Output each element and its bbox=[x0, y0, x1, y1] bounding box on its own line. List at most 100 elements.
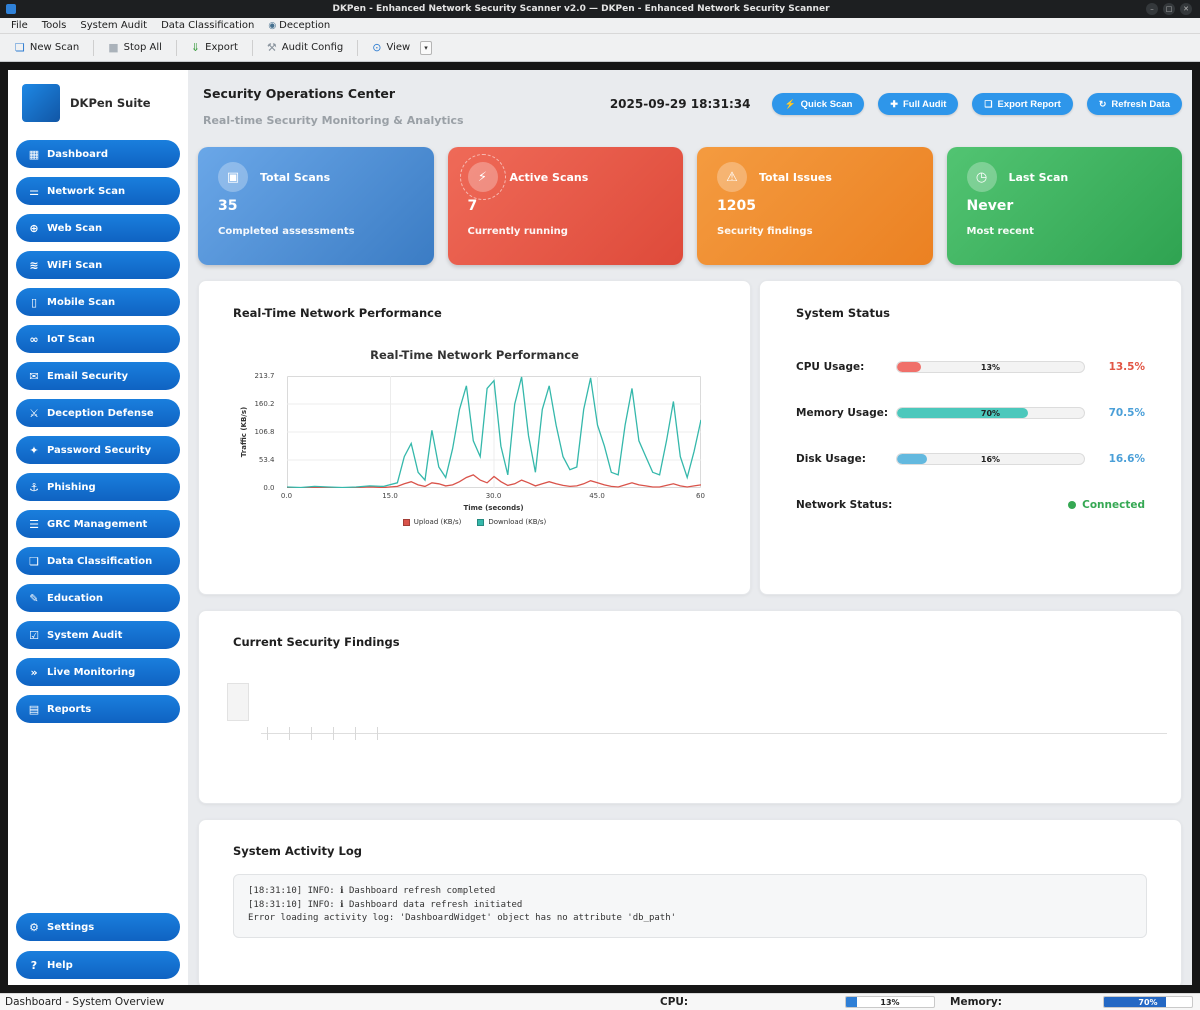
stat-title: Active Scans bbox=[510, 171, 589, 184]
web-scan-icon: ⊕ bbox=[28, 222, 40, 235]
page-title: Security Operations Center bbox=[203, 86, 464, 101]
sidebar-item-phishing[interactable]: ⚓Phishing bbox=[16, 473, 180, 501]
sidebar-item-reports[interactable]: ▤Reports bbox=[16, 695, 180, 723]
findings-title: Current Security Findings bbox=[233, 635, 1147, 649]
audit-config-icon: ⚒ bbox=[267, 41, 277, 54]
stat-card-active-scans: ⚡Active Scans7Currently running bbox=[448, 147, 684, 265]
refresh-data-icon: ↻ bbox=[1099, 99, 1107, 110]
sidebar-item-web-scan[interactable]: ⊕Web Scan bbox=[16, 214, 180, 242]
refresh-data-button[interactable]: ↻ Refresh Data bbox=[1087, 93, 1182, 115]
sidebar-item-dashboard[interactable]: ▦Dashboard bbox=[16, 140, 180, 168]
progress-text: 16% bbox=[897, 454, 1084, 464]
status-label: Disk Usage: bbox=[796, 453, 894, 465]
menu-system-audit[interactable]: System Audit bbox=[73, 18, 154, 33]
activity-log-box[interactable]: [18:31:10] INFO: ℹ Dashboard refresh com… bbox=[233, 874, 1147, 938]
quick-scan-button[interactable]: ⚡Quick Scan bbox=[772, 93, 864, 115]
deception-defense-icon: ⚔ bbox=[28, 407, 40, 420]
network-status-value: Connected bbox=[1068, 499, 1145, 511]
menu-tools[interactable]: Tools bbox=[35, 18, 74, 33]
status-label: Memory Usage: bbox=[796, 407, 894, 419]
toolbar-separator bbox=[357, 40, 358, 56]
timestamp: 2025-09-29 18:31:34 bbox=[610, 97, 751, 111]
stat-card-total-scans: ▣Total Scans35Completed assessments bbox=[198, 147, 434, 265]
sidebar-item-live-monitoring[interactable]: »Live Monitoring bbox=[16, 658, 180, 686]
security-findings-card: Current Security Findings bbox=[198, 610, 1182, 804]
view-button[interactable]: ⊙View bbox=[363, 38, 419, 57]
export-button[interactable]: ⇓Export bbox=[182, 38, 247, 57]
main-panel: Security Operations Center Real-time Sec… bbox=[188, 70, 1192, 985]
content-area: DKPen Suite ▦Dashboard ⚌ Network Scan ⊕Web … bbox=[0, 62, 1200, 993]
system-status-title: System Status bbox=[796, 306, 1145, 320]
system-status-rows: CPU Usage:13%13.5%Memory Usage:70%70.5%D… bbox=[796, 344, 1145, 528]
chart-x-tick: 0.0 bbox=[273, 492, 301, 500]
chart-plot-area bbox=[287, 376, 701, 488]
stop-all-button[interactable]: ■Stop All bbox=[99, 38, 171, 57]
sidebar: DKPen Suite ▦Dashboard ⚌ Network Scan ⊕Web … bbox=[8, 70, 188, 985]
menu-file[interactable]: File bbox=[4, 18, 35, 33]
network-scan-icon: ⚌ bbox=[28, 185, 40, 198]
stat-subtitle: Security findings bbox=[717, 226, 913, 237]
window-controls: – □ ✕ bbox=[1146, 3, 1192, 15]
export-icon: ⇓ bbox=[191, 41, 200, 54]
sidebar-item-label: Deception Defense bbox=[47, 408, 154, 419]
menu-data-classification[interactable]: Data Classification bbox=[154, 18, 261, 33]
header-actions: 2025-09-29 18:31:34 ⚡Quick Scan ✚Full Aud… bbox=[610, 93, 1182, 115]
stat-value: 7 bbox=[468, 198, 664, 214]
stat-title: Last Scan bbox=[1009, 171, 1069, 184]
system-audit-icon: ☑ bbox=[28, 629, 40, 642]
refresh-data-label: Refresh Data bbox=[1111, 99, 1170, 110]
sidebar-item-system-audit[interactable]: ☑System Audit bbox=[16, 621, 180, 649]
view-icon: ⊙ bbox=[372, 41, 381, 54]
brand: DKPen Suite bbox=[16, 82, 180, 136]
chart-y-tick: 53.4 bbox=[237, 456, 281, 464]
sidebar-item-network-scan[interactable]: ⚌ Network Scan bbox=[16, 177, 180, 205]
last-scan-icon: ◷ bbox=[967, 162, 997, 192]
sidebar-item-label: WiFi Scan bbox=[47, 260, 102, 271]
wifi-scan-icon: ≋ bbox=[28, 259, 40, 272]
quick-scan-icon: ⚡ bbox=[784, 99, 795, 110]
sidebar-item-label: Settings bbox=[47, 922, 94, 933]
activity-log-card: System Activity Log [18:31:10] INFO: ℹ D… bbox=[198, 819, 1182, 985]
new-scan-button[interactable]: ❏New Scan bbox=[6, 38, 88, 57]
data-classification-icon: ❏ bbox=[28, 555, 40, 568]
export-report-label: Export Report bbox=[998, 99, 1061, 110]
export-report-icon: ❏ bbox=[984, 99, 992, 110]
toolbar-separator bbox=[252, 40, 253, 56]
mobile-scan-icon: ▯ bbox=[28, 296, 40, 309]
cpu-progressbar: 13% bbox=[845, 996, 935, 1008]
sidebar-item-data-classification[interactable]: ❏ Data Classification bbox=[16, 547, 180, 575]
export-report-button[interactable]: ❏ Export Report bbox=[972, 93, 1072, 115]
settings-icon: ⚙ bbox=[28, 921, 40, 934]
iot-scan-icon: ∞ bbox=[28, 333, 40, 346]
sidebar-item-deception-defense[interactable]: ⚔ Deception Defense bbox=[16, 399, 180, 427]
menu-deception[interactable]: ◉Deception bbox=[261, 18, 337, 33]
sidebar-item-mobile-scan[interactable]: ▯ Mobile Scan bbox=[16, 288, 180, 316]
maximize-button[interactable]: □ bbox=[1163, 3, 1175, 15]
memory-usage-progressbar: 70% bbox=[896, 407, 1085, 419]
log-line: [18:31:10] INFO: ℹ Dashboard data refres… bbox=[248, 899, 1132, 913]
view-dropdown-arrow[interactable]: ▾ bbox=[420, 41, 432, 55]
full-audit-button[interactable]: ✚Full Audit bbox=[878, 93, 958, 115]
sidebar-item-iot-scan[interactable]: ∞ IoT Scan bbox=[16, 325, 180, 353]
sidebar-item-label: Data Classification bbox=[47, 556, 152, 567]
sidebar-item-wifi-scan[interactable]: ≋ WiFi Scan bbox=[16, 251, 180, 279]
audit-config-button[interactable]: ⚒Audit Config bbox=[258, 38, 352, 57]
sidebar-item-label: Mobile Scan bbox=[47, 297, 115, 308]
sidebar-item-email-security[interactable]: ✉Email Security bbox=[16, 362, 180, 390]
window-title: DKPen - Enhanced Network Security Scanne… bbox=[16, 4, 1146, 14]
close-button[interactable]: ✕ bbox=[1180, 3, 1192, 15]
legend-item-download-kb-s: Download (KB/s) bbox=[477, 518, 546, 526]
sidebar-item-label: IoT Scan bbox=[47, 334, 95, 345]
sidebar-item-settings[interactable]: ⚙ Settings bbox=[16, 913, 180, 941]
sidebar-item-label: Live Monitoring bbox=[47, 667, 135, 678]
stat-card-header: ▣Total Scans bbox=[218, 162, 414, 192]
status-row-cpu-usage: CPU Usage:13%13.5% bbox=[796, 344, 1145, 390]
minimize-button[interactable]: – bbox=[1146, 3, 1158, 15]
sidebar-item-password-security[interactable]: ✦Password Security bbox=[16, 436, 180, 464]
sidebar-item-label: Network Scan bbox=[47, 186, 125, 197]
sidebar-item-grc-management[interactable]: ☰GRC Management bbox=[16, 510, 180, 538]
sidebar-item-education[interactable]: ✎Education bbox=[16, 584, 180, 612]
dashboard-icon: ▦ bbox=[28, 148, 40, 161]
total-issues-icon: ⚠ bbox=[717, 162, 747, 192]
sidebar-item-help[interactable]: ?Help bbox=[16, 951, 180, 979]
